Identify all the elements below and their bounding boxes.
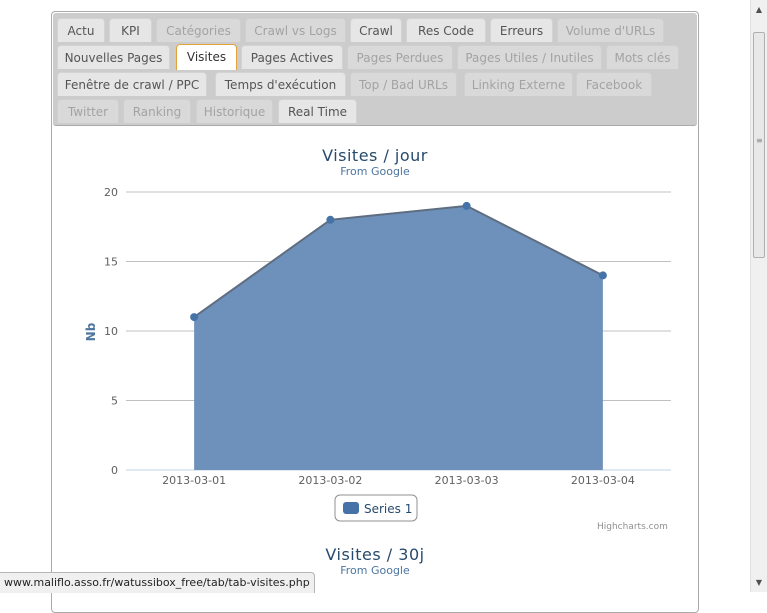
status-bar-url: www.maliflo.asso.fr/watussibox_free/tab/… bbox=[0, 572, 315, 593]
visites-area-chart: 0 5 10 15 20 2013-03-01 2013-03-02 2013-03-03 2… bbox=[84, 186, 671, 522]
x-tick-label: 2013-03-03 bbox=[435, 474, 499, 487]
y-tick-label: 20 bbox=[104, 186, 118, 199]
x-tick-label: 2013-03-04 bbox=[571, 474, 635, 487]
y-tick-label: 0 bbox=[111, 464, 118, 477]
x-tick-label: 2013-03-01 bbox=[162, 474, 226, 487]
legend-item-series-1[interactable]: Series 1 bbox=[364, 502, 412, 516]
y-tick-label: 5 bbox=[111, 395, 118, 408]
scrollbar-thumb[interactable]: ≡ bbox=[753, 32, 765, 258]
second-chart-title: Visites / 30j bbox=[325, 545, 425, 564]
legend-swatch bbox=[343, 502, 359, 514]
y-axis-title: Nb bbox=[84, 322, 98, 341]
vertical-scrollbar[interactable]: ▲ ≡ ▼ bbox=[750, 0, 767, 592]
data-point-2013-03-03[interactable] bbox=[462, 201, 471, 210]
y-tick-label: 10 bbox=[104, 325, 118, 338]
scroll-up-arrow-icon[interactable]: ▲ bbox=[751, 2, 767, 18]
scroll-down-arrow-icon[interactable]: ▼ bbox=[751, 575, 767, 591]
data-point-2013-03-02[interactable] bbox=[326, 215, 335, 224]
series-area-fill bbox=[194, 205, 603, 470]
x-tick-label: 2013-03-02 bbox=[298, 474, 362, 487]
data-point-2013-03-01[interactable] bbox=[190, 313, 199, 322]
grip-icon: ≡ bbox=[756, 136, 763, 145]
data-point-2013-03-04[interactable] bbox=[598, 271, 607, 280]
legend[interactable]: Series 1 bbox=[334, 494, 418, 522]
y-tick-label: 15 bbox=[104, 256, 118, 269]
highcharts-credits[interactable]: Highcharts.com bbox=[597, 522, 668, 532]
tabs-panel: Actu KPI Catégories Crawl vs Logs Crawl … bbox=[51, 11, 699, 613]
